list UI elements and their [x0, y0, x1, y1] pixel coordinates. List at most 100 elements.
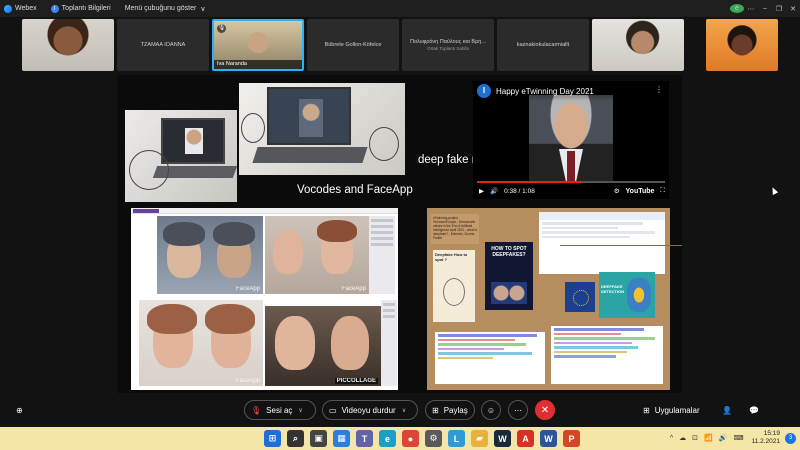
collage-photo: FaceApp: [265, 216, 369, 294]
windows-taskbar: ⊞ ⌕ ▣ ▦ Te ● ⚙ L ▰ W A W P ^ ☁ ⊡ 📶 🔊 ⌨ 15:19 11.2.20…: [0, 427, 800, 450]
share-button[interactable]: ⊞ Paylaş: [425, 400, 475, 420]
board-screenshot: [435, 332, 545, 384]
close-icon: ✕: [540, 404, 550, 416]
stop-video-button[interactable]: ▭ Videoyu durdur ∨: [322, 400, 418, 420]
clock-time: 15:19: [763, 430, 780, 437]
shared-content-area: Vocodes and FaceApp deep fake news I Hap…: [0, 73, 800, 395]
board-intro-text: eTwinning project TechnoInEurope - Democ…: [431, 214, 479, 244]
participants-button[interactable]: 👤: [722, 400, 732, 420]
apps-grid-icon: ⊞: [643, 405, 650, 415]
smiley-icon: ☺: [486, 405, 496, 415]
caption-vocodes: Vocodes and FaceApp: [297, 184, 413, 196]
app-name: Webex: [4, 4, 37, 13]
volume-icon[interactable]: 🔊: [490, 187, 498, 195]
teams-icon[interactable]: T: [356, 430, 373, 447]
faceapp-watermark: FaceApp: [341, 286, 366, 292]
collage-sidebar: [369, 216, 395, 294]
participant-name: Iva Naranda: [214, 60, 302, 69]
task-view-icon[interactable]: ▣: [310, 430, 327, 447]
acrobat-icon[interactable]: A: [517, 430, 534, 447]
edge-icon[interactable]: e: [379, 430, 396, 447]
word-icon[interactable]: W: [540, 430, 557, 447]
video-frame: [529, 95, 613, 183]
webex-icon[interactable]: W: [494, 430, 511, 447]
user-avatar[interactable]: e: [730, 4, 744, 13]
more-vert-icon[interactable]: ⋮: [655, 85, 663, 94]
collage-sidebar: [381, 300, 397, 386]
maximize-button[interactable]: ❐: [772, 5, 786, 13]
video-title[interactable]: Happy eTwinning Day 2021: [496, 87, 594, 96]
widgets-icon[interactable]: ▦: [333, 430, 350, 447]
wifi-icon[interactable]: 📶: [704, 434, 713, 442]
mouse-cursor: [769, 186, 779, 195]
chat-button[interactable]: 💬: [749, 400, 759, 420]
participant-tile[interactable]: Πολυφρόνη Παύλους και Βρη... Ortak Toplan…: [402, 19, 494, 71]
unmute-button[interactable]: 🎙 Sesi aç ∨: [244, 400, 316, 420]
annotation-line: [560, 245, 682, 246]
keyboard-icon[interactable]: ⌨: [733, 434, 743, 442]
piccollage-watermark: PICCOLLAGE: [334, 378, 378, 384]
participants-icon: 👤: [722, 405, 732, 415]
system-tray: ^ ☁ ⊡ 📶 🔊 ⌨ 15:19 11.2.2021 3: [664, 430, 796, 446]
display-icon[interactable]: ⊡: [692, 434, 698, 442]
notification-badge[interactable]: 3: [785, 432, 796, 444]
layout-button[interactable]: ⊕: [16, 400, 23, 420]
channel-avatar[interactable]: I: [477, 84, 491, 98]
more-icon: ⋯: [514, 405, 522, 415]
collage-photo: PICCOLLAGE: [265, 306, 381, 386]
play-icon[interactable]: ▶: [479, 187, 484, 195]
microphone-icon: 🎙: [217, 24, 226, 33]
explorer-icon[interactable]: ▰: [471, 430, 488, 447]
minimize-button[interactable]: –: [758, 5, 772, 12]
chrome-icon[interactable]: ●: [402, 430, 419, 447]
start-icon[interactable]: ⊞: [264, 430, 281, 447]
video-time: 0:38 / 1:08: [504, 187, 535, 195]
participant-tile[interactable]: [22, 19, 114, 71]
reactions-button[interactable]: ☺: [481, 400, 501, 420]
chevron-down-icon[interactable]: ∨: [298, 407, 302, 414]
leave-meeting-button[interactable]: ✕: [535, 400, 555, 420]
search-icon[interactable]: ⌕: [287, 430, 304, 447]
board-poster: HOW TO SPOT DEEPFAKES?: [485, 242, 533, 310]
participant-tile[interactable]: Bübrete Gollon-Köfelce: [307, 19, 399, 71]
board-article: [539, 212, 665, 274]
more-options-icon[interactable]: ⋯: [744, 5, 758, 13]
apps-button[interactable]: ⊞ Uygulamalar: [643, 400, 700, 420]
taskbar-apps: ⊞ ⌕ ▣ ▦ Te ● ⚙ L ▰ W A W P: [264, 430, 586, 447]
collage-photo: FaceApp: [139, 300, 263, 386]
participant-tile-active[interactable]: 🎙 Iva Naranda: [212, 19, 304, 71]
meeting-controls: ⊕ 🎙 Sesi aç ∨ ▭ Videoyu durdur ∨ ⊞ Payla…: [0, 395, 800, 427]
board-teal-card: DEEPFAKE DETECTION: [599, 272, 655, 318]
participant-tile[interactable]: TZAMAA IOANNA: [117, 19, 209, 71]
chat-icon: 💬: [749, 405, 759, 415]
eu-flag-card: [565, 282, 595, 312]
youtube-logo[interactable]: YouTube: [626, 188, 655, 195]
padlet-board: eTwinning project TechnoInEurope - Democ…: [427, 208, 670, 390]
participant-tile[interactable]: [592, 19, 684, 71]
webex-window: Webex i Toplantı Bilgileri Menü çubuğunu…: [0, 0, 800, 450]
board-sticky-note: Deepfake How to spot ?: [433, 250, 475, 322]
clock-date: 11.2.2021: [751, 438, 780, 445]
participant-tile[interactable]: kaznakiokulacarmiallt: [497, 19, 589, 71]
cloud-icon[interactable]: ☁: [679, 434, 686, 442]
more-options-button[interactable]: ⋯: [508, 400, 528, 420]
l-app-icon[interactable]: L: [448, 430, 465, 447]
close-button[interactable]: ✕: [786, 5, 800, 13]
participant-tile[interactable]: [706, 19, 778, 71]
menu-bar-toggle[interactable]: Menü çubuğunu göster ∨: [125, 5, 206, 13]
laptop-photo-1: [125, 110, 237, 202]
chevron-down-icon[interactable]: ∨: [402, 407, 406, 414]
video-camera-icon: ▭: [329, 405, 337, 415]
fullscreen-icon[interactable]: ⛶: [660, 187, 665, 195]
chevron-down-icon: ∨: [200, 5, 206, 13]
clock[interactable]: 15:19 11.2.2021: [752, 430, 780, 446]
video-controls: ▶ 🔊 0:38 / 1:08 ⚙ YouTube ⛶: [473, 183, 669, 199]
youtube-player[interactable]: I Happy eTwinning Day 2021 ⋮ ▶ 🔊 0:38 / …: [473, 81, 669, 199]
tray-chevron-icon[interactable]: ^: [670, 435, 673, 442]
speaker-icon[interactable]: 🔊: [719, 434, 728, 442]
info-icon: i: [50, 4, 59, 13]
settings-icon[interactable]: ⚙: [614, 187, 620, 195]
settings-icon[interactable]: ⚙: [425, 430, 442, 447]
meeting-info-button[interactable]: i Toplantı Bilgileri: [50, 4, 111, 13]
powerpoint-icon[interactable]: P: [563, 430, 580, 447]
